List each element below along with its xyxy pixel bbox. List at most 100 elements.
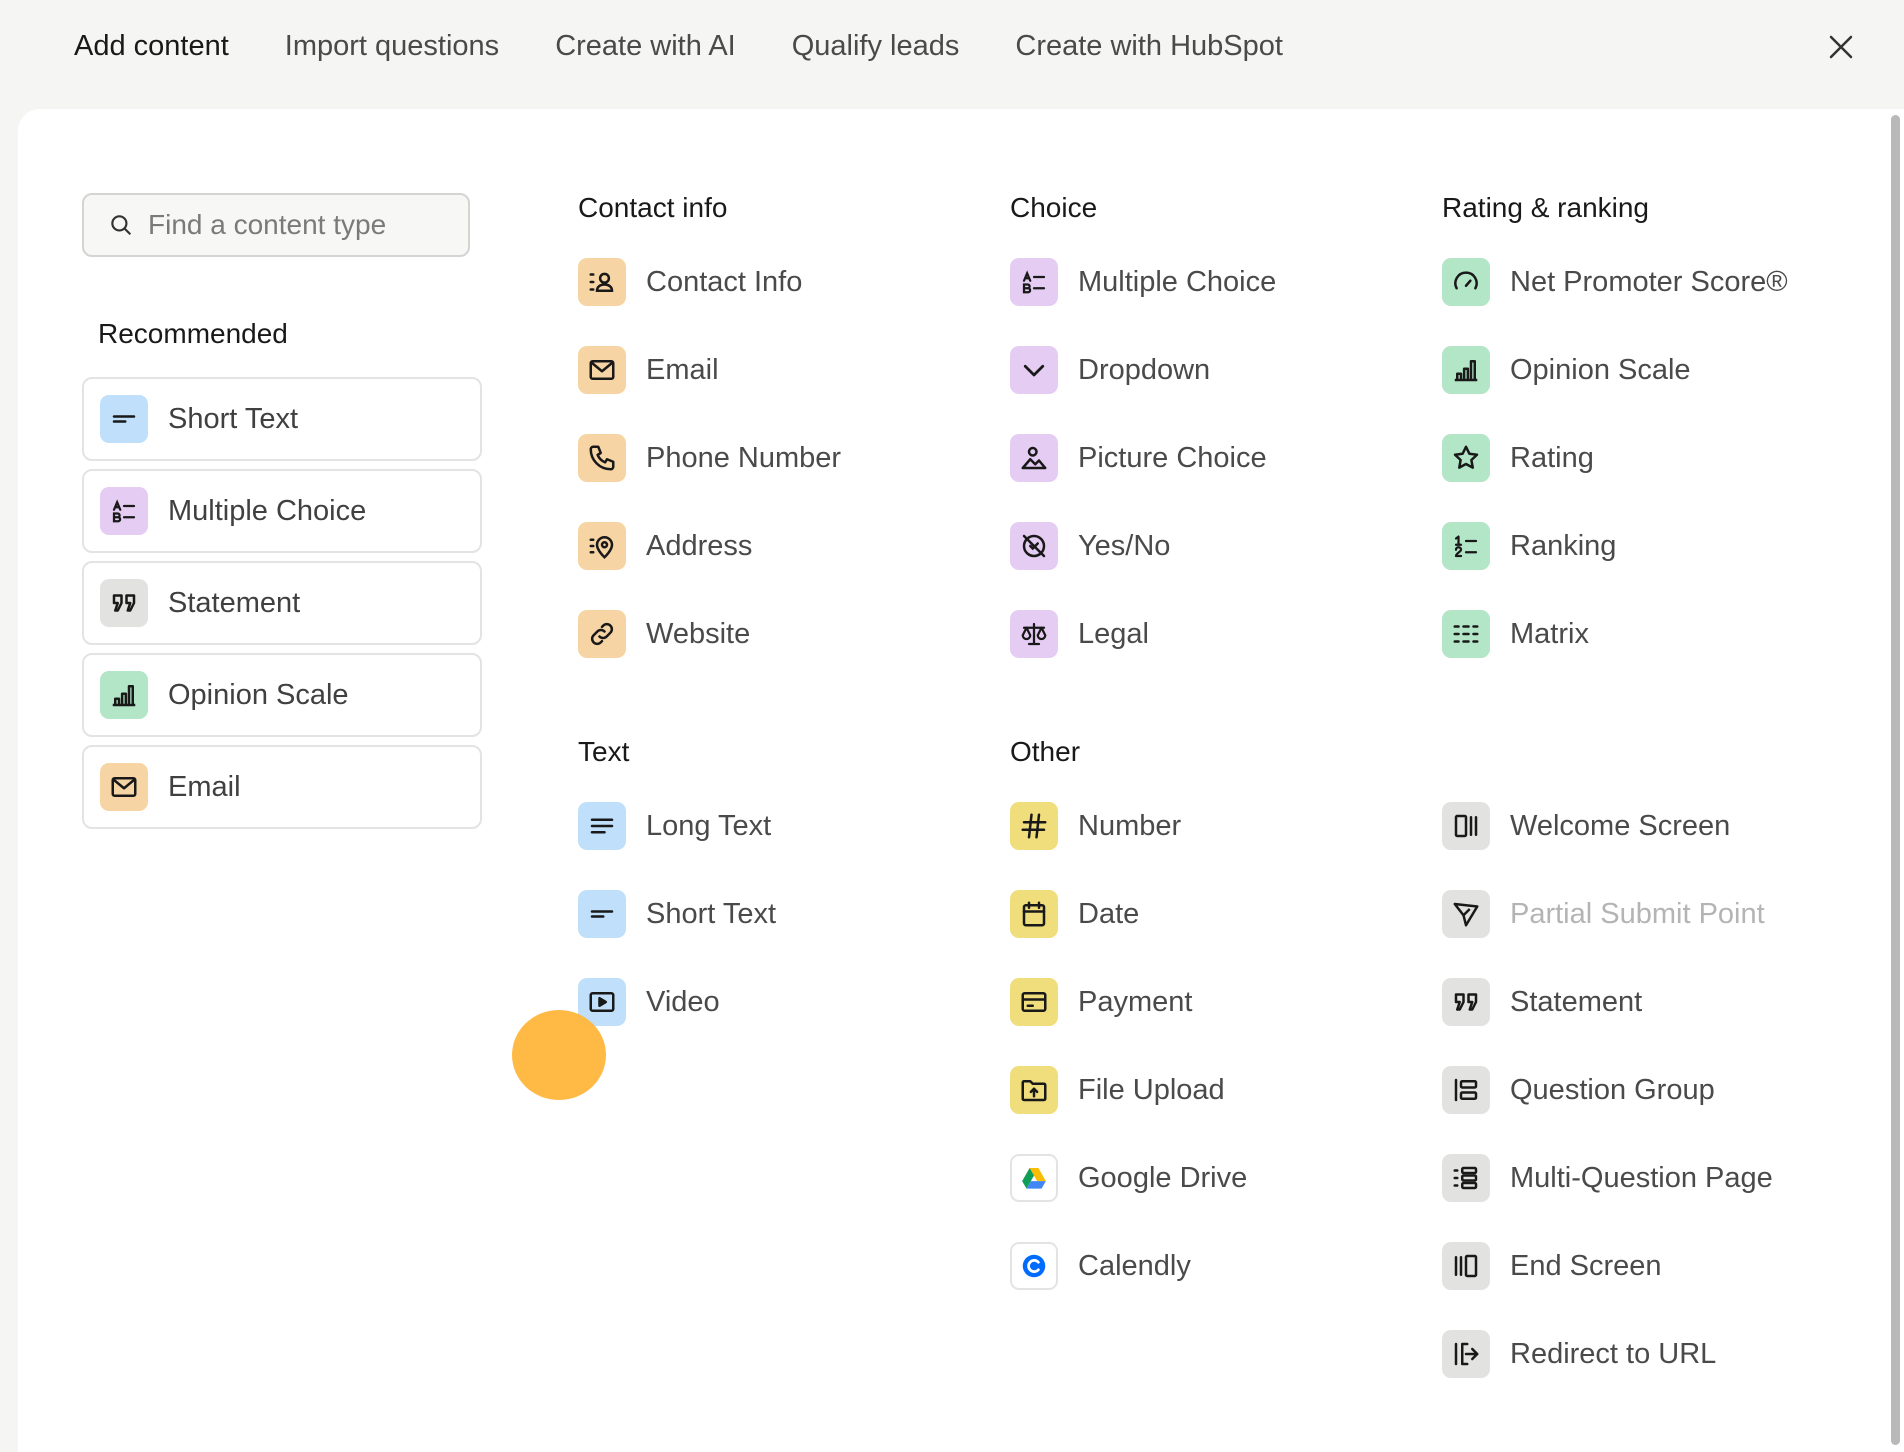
bar-chart-icon	[100, 671, 148, 719]
link-icon	[578, 610, 626, 658]
quote-icon	[1442, 978, 1490, 1026]
envelope-icon	[100, 763, 148, 811]
scale-icon	[1010, 610, 1058, 658]
content-type-file-upload[interactable]: File Upload	[1010, 1046, 1247, 1134]
welcome-screen-icon	[1442, 802, 1490, 850]
content-type-net-promoter-score[interactable]: Net Promoter Score®	[1442, 238, 1788, 326]
recommended-item-label: Opinion Scale	[168, 678, 349, 711]
location-pin-icon	[578, 522, 626, 570]
content-type-label: Net Promoter Score®	[1510, 265, 1788, 298]
content-type-payment[interactable]: Payment	[1010, 958, 1247, 1046]
section-other: Other Number Date Payment File Upload Go…	[1010, 736, 1247, 1310]
scrollbar[interactable]	[1891, 115, 1900, 1445]
close-button[interactable]	[1816, 22, 1866, 72]
recommended-item-multiple-choice[interactable]: Multiple Choice	[82, 469, 482, 553]
content-type-label: Multiple Choice	[1078, 265, 1277, 298]
section-text: Text Long Text Short Text Video	[578, 736, 776, 1046]
end-screen-icon	[1442, 1242, 1490, 1290]
search-icon	[111, 215, 131, 235]
multiple-choice-icon	[1010, 258, 1058, 306]
section-screens: Welcome Screen Partial Submit Point Stat…	[1442, 782, 1773, 1398]
content-type-label: Calendly	[1078, 1249, 1191, 1282]
content-type-picture-choice[interactable]: Picture Choice	[1010, 414, 1276, 502]
content-type-statement[interactable]: Statement	[1442, 958, 1773, 1046]
tab-qualify-leads[interactable]: Qualify leads	[792, 30, 960, 63]
close-icon	[1829, 35, 1853, 59]
recommended-item-label: Email	[168, 770, 241, 803]
content-type-label: Picture Choice	[1078, 441, 1267, 474]
google-drive-icon	[1010, 1154, 1058, 1202]
content-type-phone-number[interactable]: Phone Number	[578, 414, 841, 502]
yes-no-icon	[1010, 522, 1058, 570]
phone-icon	[578, 434, 626, 482]
multi-question-icon	[1442, 1154, 1490, 1202]
envelope-icon	[578, 346, 626, 394]
search-box[interactable]	[82, 193, 470, 257]
content-type-label: End Screen	[1510, 1249, 1662, 1282]
recommended-item-opinion-scale[interactable]: Opinion Scale	[82, 653, 482, 737]
short-text-icon	[100, 395, 148, 443]
tab-create-with-hubspot[interactable]: Create with HubSpot	[1015, 30, 1283, 63]
section-title: Choice	[1010, 192, 1098, 223]
content-type-opinion-scale[interactable]: Opinion Scale	[1442, 326, 1788, 414]
content-type-end-screen[interactable]: End Screen	[1442, 1222, 1773, 1310]
content-type-label: Welcome Screen	[1510, 809, 1731, 842]
section-title: Contact info	[578, 192, 728, 223]
hash-icon	[1010, 802, 1058, 850]
recommended-item-short-text[interactable]: Short Text	[82, 377, 482, 461]
section-choice: Choice Multiple Choice Dropdown Picture …	[1010, 192, 1276, 678]
content-type-legal[interactable]: Legal	[1010, 590, 1276, 678]
content-type-label: Question Group	[1510, 1073, 1715, 1106]
content-type-redirect-to-url[interactable]: Redirect to URL	[1442, 1310, 1773, 1398]
calendar-icon	[1010, 890, 1058, 938]
content-type-label: Dropdown	[1078, 353, 1211, 386]
content-type-yes-no[interactable]: Yes/No	[1010, 502, 1276, 590]
bar-chart-icon	[1442, 346, 1490, 394]
content-type-contact-info[interactable]: Contact Info	[578, 238, 841, 326]
content-type-label: Email	[646, 353, 719, 386]
content-type-address[interactable]: Address	[578, 502, 841, 590]
content-type-label: Yes/No	[1078, 529, 1171, 562]
section-title: Text	[578, 736, 630, 767]
content-type-welcome-screen[interactable]: Welcome Screen	[1442, 782, 1773, 870]
content-type-ranking[interactable]: Ranking	[1442, 502, 1788, 590]
content-type-multi-question-page[interactable]: Multi-Question Page	[1442, 1134, 1773, 1222]
content-type-label: Rating	[1510, 441, 1594, 474]
content-type-long-text[interactable]: Long Text	[578, 782, 776, 870]
recommended-item-statement[interactable]: Statement	[82, 561, 482, 645]
content-type-multiple-choice[interactable]: Multiple Choice	[1010, 238, 1276, 326]
content-type-label: File Upload	[1078, 1073, 1225, 1106]
content-type-date[interactable]: Date	[1010, 870, 1247, 958]
content-type-label: Video	[646, 985, 720, 1018]
content-type-label: Legal	[1078, 617, 1149, 650]
content-type-label: Partial Submit Point	[1510, 897, 1765, 930]
redirect-icon	[1442, 1330, 1490, 1378]
content-type-number[interactable]: Number	[1010, 782, 1247, 870]
tab-add-content[interactable]: Add content	[74, 30, 229, 63]
content-type-calendly[interactable]: Calendly	[1010, 1222, 1247, 1310]
content-type-partial-submit-point[interactable]: Partial Submit Point	[1442, 870, 1773, 958]
multiple-choice-icon	[100, 487, 148, 535]
content-type-label: Address	[646, 529, 753, 562]
ranking-icon	[1442, 522, 1490, 570]
content-type-question-group[interactable]: Question Group	[1442, 1046, 1773, 1134]
content-type-rating[interactable]: Rating	[1442, 414, 1788, 502]
content-type-video[interactable]: Video	[578, 958, 776, 1046]
content-type-label: Statement	[1510, 985, 1643, 1018]
content-type-google-drive[interactable]: Google Drive	[1010, 1134, 1247, 1222]
content-type-dropdown[interactable]: Dropdown	[1010, 326, 1276, 414]
tab-create-with-ai[interactable]: Create with AI	[555, 30, 736, 63]
content-type-email[interactable]: Email	[578, 326, 841, 414]
content-type-matrix[interactable]: Matrix	[1442, 590, 1788, 678]
section-title: Other	[1010, 736, 1081, 767]
search-input[interactable]	[148, 209, 468, 241]
content-type-label: Date	[1078, 897, 1140, 930]
recommended-item-email[interactable]: Email	[82, 745, 482, 829]
recommended-list: Short Text Multiple Choice Statement Opi…	[82, 377, 482, 837]
tab-import-questions[interactable]: Import questions	[285, 30, 499, 63]
content-type-website[interactable]: Website	[578, 590, 841, 678]
content-type-label: Matrix	[1510, 617, 1589, 650]
credit-card-icon	[1010, 978, 1058, 1026]
content-type-short-text[interactable]: Short Text	[578, 870, 776, 958]
recommended-item-label: Multiple Choice	[168, 494, 367, 527]
